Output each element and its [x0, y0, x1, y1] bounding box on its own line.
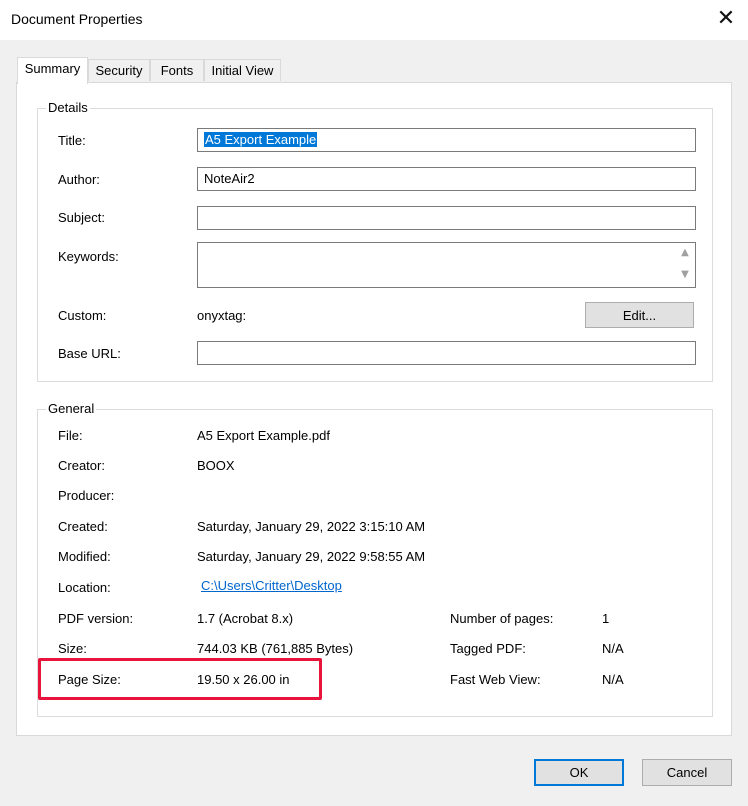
- cancel-button[interactable]: Cancel: [642, 759, 732, 786]
- location-link[interactable]: C:\Users\Critter\Desktop: [201, 578, 342, 593]
- details-group-label: Details: [46, 100, 90, 115]
- title-input[interactable]: A5 Export Example: [197, 128, 696, 152]
- created-label: Created:: [58, 519, 108, 534]
- title-bar: Document Properties ✕: [0, 0, 748, 40]
- producer-label: Producer:: [58, 488, 115, 503]
- page-size-highlight: [38, 658, 322, 700]
- chevron-down-icon[interactable]: ▼: [679, 269, 691, 280]
- number-of-pages-value: 1: [602, 611, 610, 626]
- window-title: Document Properties: [11, 11, 143, 27]
- base-url-input[interactable]: [197, 341, 696, 365]
- edit-button[interactable]: Edit...: [585, 302, 694, 328]
- tab-label: Security: [95, 63, 143, 78]
- modified-value: Saturday, January 29, 2022 9:58:55 AM: [197, 549, 426, 564]
- tab-initial-view[interactable]: Initial View: [204, 59, 281, 81]
- fast-web-view-label: Fast Web View:: [450, 672, 541, 687]
- chevron-up-icon[interactable]: ▲: [679, 247, 691, 258]
- created-value: Saturday, January 29, 2022 3:15:10 AM: [197, 519, 426, 534]
- pdf-version-value: 1.7 (Acrobat 8.x): [197, 611, 294, 626]
- tab-label: Initial View: [211, 63, 274, 78]
- subject-label: Subject:: [58, 210, 105, 225]
- title-input-value: A5 Export Example: [204, 132, 318, 147]
- tagged-pdf-label: Tagged PDF:: [450, 641, 526, 656]
- size-value: 744.03 KB (761,885 Bytes): [197, 641, 354, 656]
- size-label: Size:: [58, 641, 87, 656]
- pdf-version-label: PDF version:: [58, 611, 134, 626]
- modified-label: Modified:: [58, 549, 111, 564]
- author-input[interactable]: NoteAir2: [197, 167, 696, 191]
- tab-fonts[interactable]: Fonts: [150, 59, 204, 81]
- number-of-pages-label: Number of pages:: [450, 611, 554, 626]
- ok-button[interactable]: OK: [534, 759, 624, 786]
- file-value: A5 Export Example.pdf: [197, 428, 330, 443]
- author-label: Author:: [58, 172, 100, 187]
- author-input-value: NoteAir2: [204, 171, 255, 186]
- creator-label: Creator:: [58, 458, 105, 473]
- file-label: File:: [58, 428, 83, 443]
- tab-label: Fonts: [160, 63, 194, 78]
- subject-input[interactable]: [197, 206, 696, 230]
- tab-security[interactable]: Security: [88, 59, 150, 81]
- title-label: Title:: [58, 133, 86, 148]
- general-group-label: General: [46, 401, 97, 416]
- creator-value: BOOX: [197, 458, 235, 473]
- tab-summary[interactable]: Summary: [17, 57, 88, 84]
- fast-web-view-value: N/A: [602, 672, 624, 687]
- location-label: Location:: [58, 580, 111, 595]
- custom-label: Custom:: [58, 308, 107, 323]
- custom-value: onyxtag:: [197, 308, 247, 323]
- tagged-pdf-value: N/A: [602, 641, 624, 656]
- keywords-label: Keywords:: [58, 249, 119, 264]
- close-icon[interactable]: ✕: [712, 8, 740, 32]
- tab-label: Summary: [24, 61, 81, 76]
- keywords-input[interactable]: ▲ ▼: [197, 242, 696, 288]
- base-url-label: Base URL:: [58, 346, 121, 361]
